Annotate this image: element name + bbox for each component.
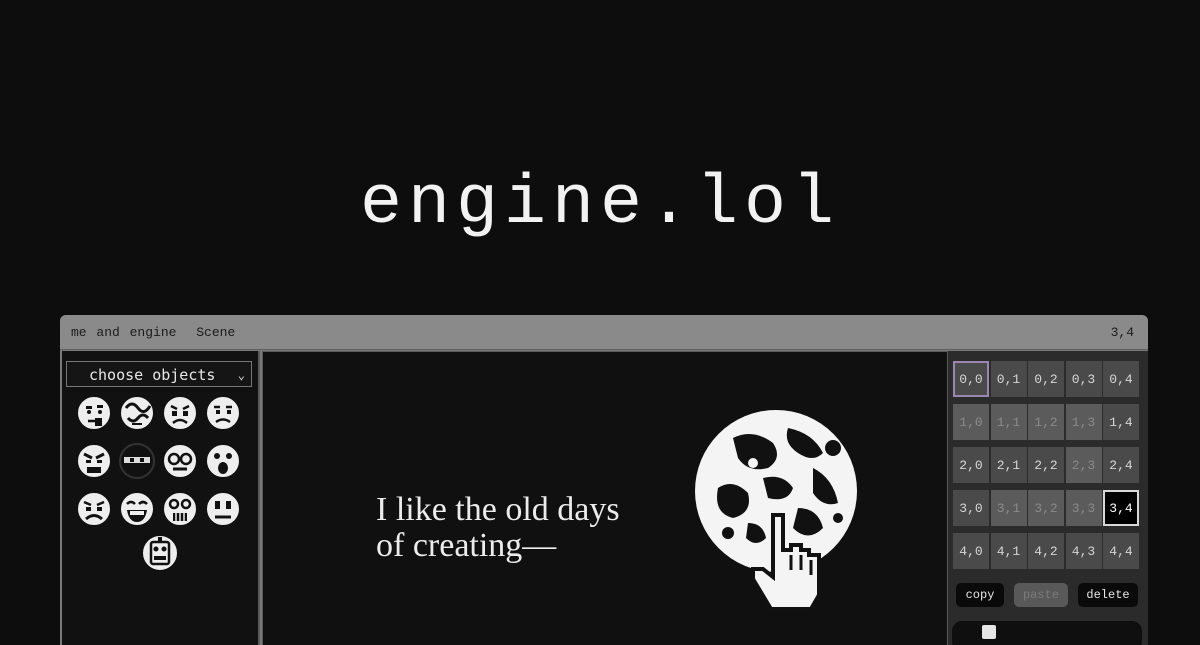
canvas-quote[interactable]: I like the old days of creating— [376, 492, 620, 564]
quote-line-1: I like the old days [376, 491, 620, 528]
face-shocked-icon[interactable] [203, 441, 243, 481]
robot-face-icon[interactable] [140, 533, 180, 573]
title-bar: me and engine Scene 3,4 [60, 315, 1148, 350]
copy-button[interactable]: copy [956, 583, 1004, 607]
chevron-down-icon: ⌄ [237, 368, 245, 382]
scene-cell-2-0[interactable]: 2,0 [953, 447, 989, 483]
app-window: me and engine Scene 3,4 choose objects ⌄ [60, 315, 1148, 645]
hero-title: engine.lol [359, 165, 841, 244]
scene-cell-3-2[interactable]: 3,2 [1028, 490, 1064, 526]
scene-cell-2-3[interactable]: 2,3 [1065, 447, 1102, 483]
scene-cell-0-2[interactable]: 0,2 [1028, 361, 1064, 397]
objects-panel: choose objects ⌄ [62, 351, 260, 645]
paste-button[interactable]: paste [1014, 583, 1068, 607]
face-frown-icon[interactable] [203, 393, 243, 433]
scene-cell-4-1[interactable]: 4,1 [990, 533, 1027, 569]
toggle-knob[interactable] [982, 625, 996, 639]
objects-dropdown[interactable]: choose objects ⌄ [66, 361, 252, 387]
scene-cell-0-4[interactable]: 0,4 [1103, 361, 1139, 397]
face-laughing-icon[interactable] [117, 489, 157, 529]
scene-cell-0-3[interactable]: 0,3 [1065, 361, 1102, 397]
scene-cell-3-3[interactable]: 3,3 [1065, 490, 1102, 526]
scene-cell-3-1[interactable]: 3,1 [990, 490, 1027, 526]
scene-cell-3-0[interactable]: 3,0 [953, 490, 989, 526]
face-angry-icon[interactable] [74, 441, 114, 481]
scene-cell-1-3[interactable]: 1,3 [1065, 404, 1102, 440]
scene-cell-1-4[interactable]: 1,4 [1103, 404, 1139, 440]
scene-grid: 0,0 0,1 0,2 0,3 0,4 1,0 1,1 1,2 1,3 1,4 … [953, 361, 1139, 569]
scene-cell-2-4[interactable]: 2,4 [1103, 447, 1139, 483]
scene-canvas[interactable]: I like the old days of creating— [262, 351, 948, 645]
face-grimace-icon[interactable] [74, 489, 114, 529]
menu-item-scene[interactable]: Scene [196, 325, 235, 340]
scene-cell-4-4[interactable]: 4,4 [1103, 533, 1139, 569]
scene-cell-0-0[interactable]: 0,0 [953, 361, 989, 397]
face-thinking-icon[interactable] [74, 393, 114, 433]
quote-line-2: of creating— [376, 527, 557, 564]
scene-cell-1-0[interactable]: 1,0 [953, 404, 989, 440]
scene-cell-2-1[interactable]: 2,1 [990, 447, 1027, 483]
face-ninja-icon[interactable] [117, 441, 157, 481]
scene-cell-1-2[interactable]: 1,2 [1028, 404, 1064, 440]
bottom-toolbar [952, 621, 1142, 645]
pointing-hand-cursor [751, 513, 821, 610]
scene-cell-3-4[interactable]: 3,4 [1103, 490, 1139, 526]
scene-cell-4-3[interactable]: 4,3 [1065, 533, 1102, 569]
face-glasses-icon[interactable] [160, 441, 200, 481]
scene-coordinate: 3,4 [1110, 325, 1134, 340]
scene-cell-2-2[interactable]: 2,2 [1028, 447, 1064, 483]
menu-item-me-and-engine[interactable]: me and engine [71, 325, 176, 340]
face-scribble-icon[interactable] [117, 393, 157, 433]
scenes-panel: 0,0 0,1 0,2 0,3 0,4 1,0 1,1 1,2 1,3 1,4 … [948, 351, 1148, 645]
delete-button[interactable]: delete [1078, 583, 1138, 607]
scene-cell-1-1[interactable]: 1,1 [990, 404, 1027, 440]
object-palette [74, 393, 246, 529]
face-scared-icon[interactable] [160, 489, 200, 529]
menu-bar: me and engine Scene [71, 325, 245, 340]
face-neutral-icon[interactable] [203, 489, 243, 529]
face-worried-icon[interactable] [160, 393, 200, 433]
scene-cell-4-2[interactable]: 4,2 [1028, 533, 1064, 569]
scene-cell-4-0[interactable]: 4,0 [953, 533, 989, 569]
scene-cell-0-1[interactable]: 0,1 [990, 361, 1027, 397]
objects-dropdown-value: choose objects [89, 366, 216, 384]
